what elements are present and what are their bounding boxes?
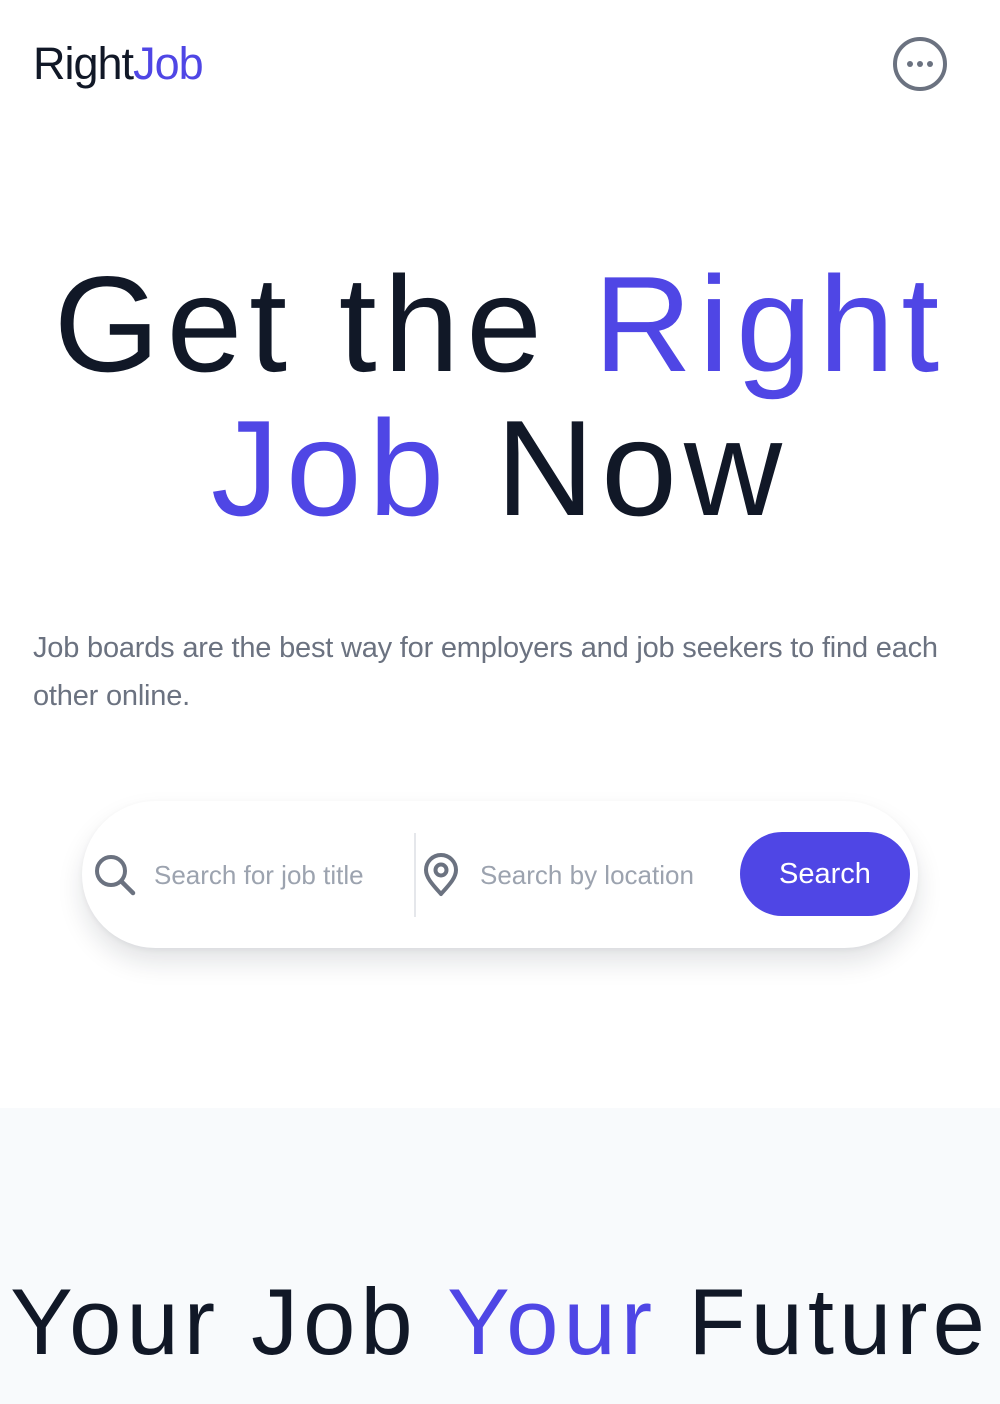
section-title-accent: Your xyxy=(447,1269,658,1374)
logo[interactable]: RightJob xyxy=(33,38,204,90)
map-pin-icon xyxy=(418,852,464,898)
section-title-part1: Your Job xyxy=(10,1269,448,1374)
hero-title-part2: Now xyxy=(451,392,790,544)
section-title: Your Job Your Future xyxy=(0,1270,1000,1374)
hero-title-part1: Get the xyxy=(53,248,594,400)
more-menu-button[interactable] xyxy=(893,37,947,91)
job-title-input[interactable] xyxy=(154,859,404,891)
location-field xyxy=(418,835,736,915)
job-search-bar: Search xyxy=(82,801,918,948)
section-title-part2: Future xyxy=(657,1269,990,1374)
search-button[interactable]: Search xyxy=(740,832,910,916)
more-horizontal-icon xyxy=(907,61,933,67)
logo-text-right: Right xyxy=(33,38,134,89)
job-title-field xyxy=(92,835,412,915)
search-icon xyxy=(92,852,138,898)
location-input[interactable] xyxy=(480,859,730,891)
logo-text-job: Job xyxy=(133,38,204,89)
your-job-section: Your Job Your Future xyxy=(0,1108,1000,1404)
page: RightJob Get the Right Job Now Job board… xyxy=(0,0,1000,1404)
hero-subtitle: Job boards are the best way for employer… xyxy=(33,632,938,712)
site-header: RightJob xyxy=(0,0,1000,130)
hero-title: Get the Right Job Now xyxy=(0,252,1000,540)
search-divider xyxy=(414,833,416,917)
